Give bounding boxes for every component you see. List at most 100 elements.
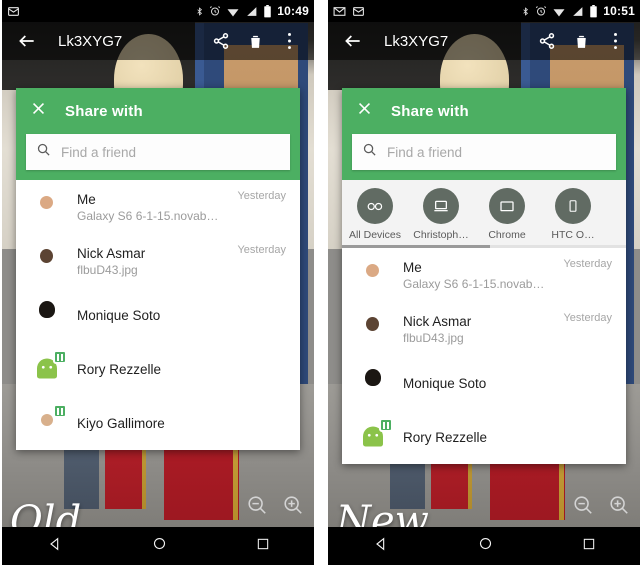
share-icon[interactable] bbox=[530, 24, 564, 58]
chips-scrollbar-thumb[interactable] bbox=[342, 245, 490, 248]
zoom-out-icon[interactable] bbox=[246, 494, 268, 521]
back-arrow-icon[interactable] bbox=[336, 24, 370, 58]
wifi-icon bbox=[226, 6, 240, 17]
battery-icon bbox=[589, 4, 598, 18]
page-title: Lk3XYG7 bbox=[58, 32, 123, 50]
avatar bbox=[30, 404, 67, 440]
device-chip-3[interactable]: HTC O… bbox=[540, 188, 606, 241]
status-time: 10:49 bbox=[277, 4, 309, 18]
contact-subtitle: flbuD43.jpg bbox=[403, 330, 464, 345]
close-icon[interactable] bbox=[30, 100, 47, 122]
contact-timestamp: Yesterday bbox=[563, 312, 612, 324]
phone-icon bbox=[555, 188, 591, 224]
back-nav-icon[interactable] bbox=[373, 536, 389, 557]
contact-timestamp: Yesterday bbox=[563, 258, 612, 270]
wifi-icon bbox=[552, 6, 566, 17]
search-input[interactable] bbox=[387, 144, 606, 160]
device-badge-icon bbox=[53, 404, 67, 418]
home-nav-icon[interactable] bbox=[478, 536, 493, 556]
contact-row[interactable]: Monique Soto bbox=[16, 288, 300, 342]
contact-row[interactable]: Kiyo Gallimore bbox=[16, 396, 300, 450]
share-dialog-title: Share with bbox=[65, 102, 143, 120]
all-devices-icon bbox=[357, 188, 393, 224]
device-badge-icon bbox=[379, 418, 393, 432]
share-dialog-title: Share with bbox=[391, 102, 469, 120]
share-dialog: Share with MeGalaxy S6 6-1-15.novabackup.… bbox=[16, 88, 300, 450]
device-chip-2[interactable]: Chrome bbox=[474, 188, 540, 241]
search-field-container[interactable] bbox=[352, 134, 616, 170]
contact-name: Nick Asmar bbox=[403, 313, 472, 329]
delete-icon[interactable] bbox=[238, 24, 272, 58]
alarm-icon bbox=[209, 5, 221, 17]
share-dialog: Share with All Devices Christoph… Chrome HTC… bbox=[342, 88, 626, 464]
avatar bbox=[30, 350, 67, 386]
contact-name: Me bbox=[77, 191, 96, 207]
home-nav-icon[interactable] bbox=[152, 536, 167, 556]
device-chip-0[interactable]: All Devices bbox=[342, 188, 408, 241]
contact-subtitle: Galaxy S6 6-1-15.novabackup.nova… bbox=[403, 276, 550, 291]
device-chips-row[interactable]: All Devices Christoph… Chrome HTC O… bbox=[342, 180, 626, 248]
recents-nav-icon[interactable] bbox=[582, 537, 596, 556]
contact-subtitle: Galaxy S6 6-1-15.novabackup.nova… bbox=[77, 208, 224, 223]
back-nav-icon[interactable] bbox=[47, 536, 63, 557]
zoom-in-icon[interactable] bbox=[282, 494, 304, 521]
overflow-menu-icon[interactable] bbox=[598, 24, 632, 58]
gmail-icon bbox=[333, 5, 346, 18]
contact-name: Rory Rezzelle bbox=[77, 361, 162, 377]
contact-row[interactable]: Rory Rezzelle bbox=[342, 410, 626, 464]
battery-icon bbox=[263, 4, 272, 18]
contact-row[interactable]: Rory Rezzelle bbox=[16, 342, 300, 396]
contact-timestamp: Yesterday bbox=[237, 244, 286, 256]
overflow-menu-icon[interactable] bbox=[272, 24, 306, 58]
signal-icon bbox=[245, 6, 258, 17]
zoom-controls[interactable] bbox=[246, 494, 304, 521]
recents-nav-icon[interactable] bbox=[256, 537, 270, 556]
page-title: Lk3XYG7 bbox=[384, 32, 449, 50]
browser-icon bbox=[489, 188, 525, 224]
contact-list: MeGalaxy S6 6-1-15.novabackup.nova… Yeste… bbox=[16, 180, 300, 450]
zoom-controls[interactable] bbox=[572, 494, 630, 521]
screenshot-icon bbox=[352, 5, 365, 18]
back-arrow-icon[interactable] bbox=[10, 24, 44, 58]
contact-name: Kiyo Gallimore bbox=[77, 415, 165, 431]
avatar bbox=[356, 418, 393, 454]
share-dialog-header: Share with bbox=[16, 88, 300, 134]
device-chip-label: Chrome bbox=[488, 229, 526, 241]
contact-name: Rory Rezzelle bbox=[403, 429, 488, 445]
device-chip-label: Christoph… bbox=[413, 229, 469, 241]
bluetooth-icon bbox=[521, 5, 530, 18]
signal-icon bbox=[571, 6, 584, 17]
close-icon[interactable] bbox=[356, 100, 373, 122]
contact-row[interactable]: MeGalaxy S6 6-1-15.novabackup.nova… Yeste… bbox=[16, 180, 300, 234]
contact-row[interactable]: Monique Soto bbox=[342, 356, 626, 410]
chips-scrollbar[interactable] bbox=[342, 245, 626, 248]
avatar bbox=[356, 258, 390, 292]
zoom-out-icon[interactable] bbox=[572, 494, 594, 521]
app-bar: Lk3XYG7 bbox=[2, 22, 314, 60]
contact-row[interactable]: Nick Asmar flbuD43.jpg Yesterday bbox=[16, 234, 300, 288]
contact-timestamp: Yesterday bbox=[237, 190, 286, 202]
alarm-icon bbox=[535, 5, 547, 17]
device-badge-icon bbox=[53, 350, 67, 364]
bluetooth-icon bbox=[195, 5, 204, 18]
contact-subtitle: flbuD43.jpg bbox=[77, 262, 138, 277]
search-field-container[interactable] bbox=[26, 134, 290, 170]
status-bar: 10:49 bbox=[2, 0, 314, 22]
status-bar: 10:51 bbox=[328, 0, 640, 22]
delete-icon[interactable] bbox=[564, 24, 598, 58]
contact-name: Monique Soto bbox=[77, 307, 161, 323]
zoom-in-icon[interactable] bbox=[608, 494, 630, 521]
phone-panel-old: 10:49 Lk3XYG7 Share with MeGalaxy S6 6-1-15… bbox=[2, 0, 314, 565]
device-chip-1[interactable]: Christoph… bbox=[408, 188, 474, 241]
contact-name: Nick Asmar bbox=[77, 245, 146, 261]
screenshot-icon bbox=[7, 5, 20, 18]
contact-row[interactable]: MeGalaxy S6 6-1-15.novabackup.nova… Yeste… bbox=[342, 248, 626, 302]
search-input[interactable] bbox=[61, 144, 280, 160]
share-icon[interactable] bbox=[204, 24, 238, 58]
contact-list: MeGalaxy S6 6-1-15.novabackup.nova… Yeste… bbox=[342, 248, 626, 464]
contact-row[interactable]: Nick Asmar flbuD43.jpg Yesterday bbox=[342, 302, 626, 356]
android-nav-bar bbox=[2, 527, 314, 565]
status-time: 10:51 bbox=[603, 4, 635, 18]
contact-name: Me bbox=[403, 259, 422, 275]
avatar bbox=[356, 366, 390, 400]
